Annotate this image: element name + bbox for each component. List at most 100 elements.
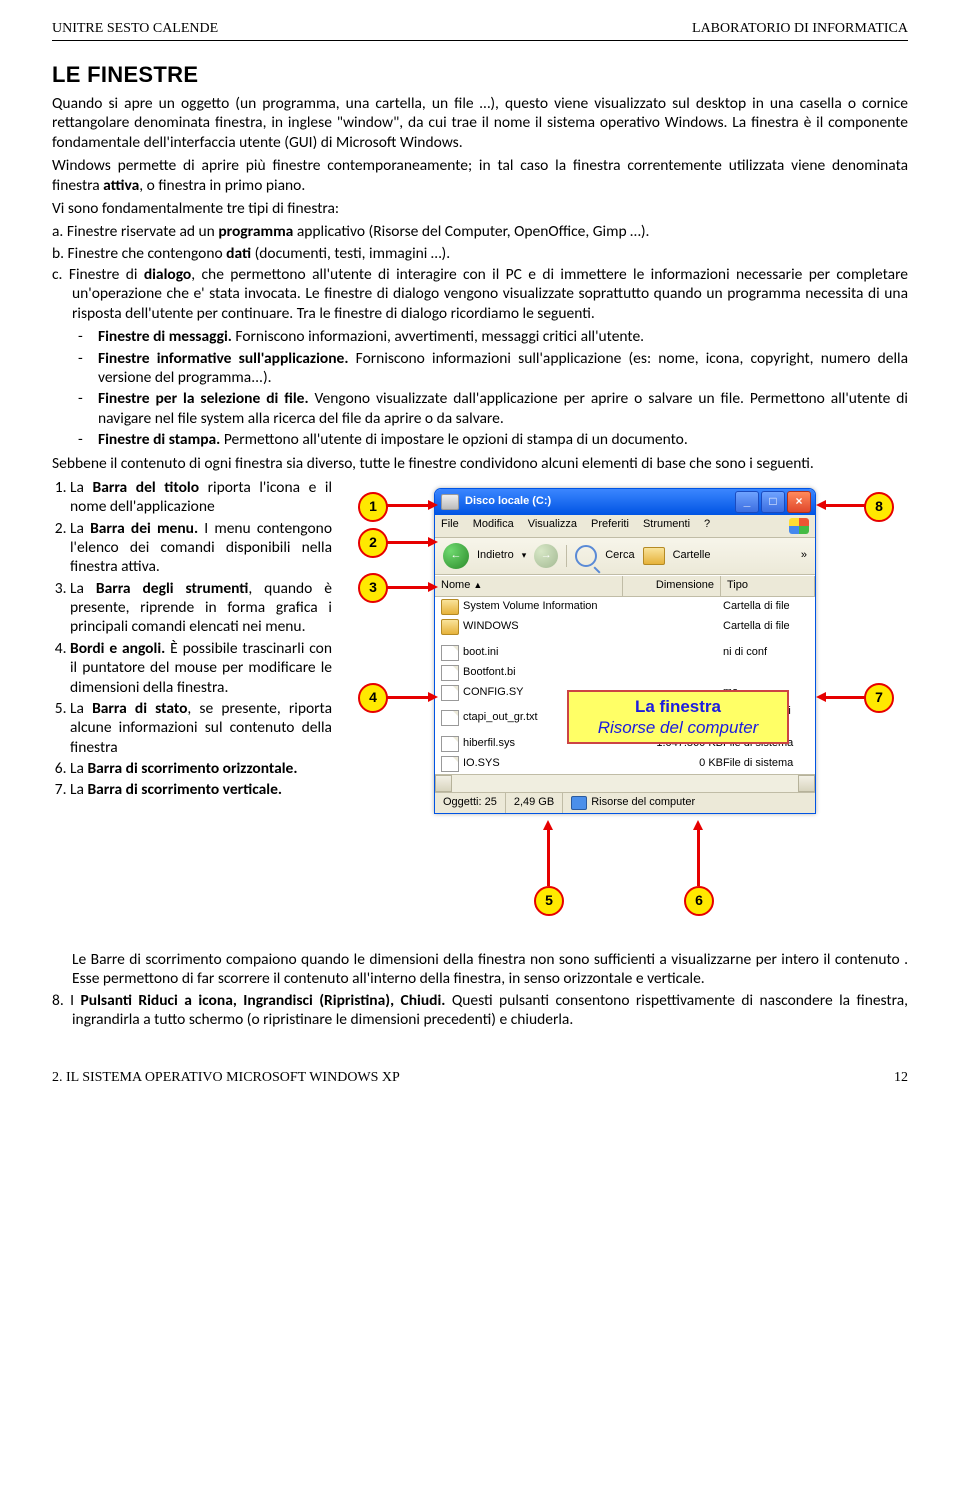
scroll-right-button[interactable] (798, 775, 815, 792)
status-size: 2,49 GB (506, 793, 563, 813)
toolbar: ← Indietro ▾ → Cerca Cartelle » (435, 538, 815, 575)
scrollbars-explain: Le Barre di scorrimento compaiono quando… (72, 950, 908, 989)
type-a: a. Finestre riservate ad un programma ap… (52, 222, 908, 241)
close-button[interactable]: × (787, 491, 811, 513)
arrow-3 (386, 586, 434, 589)
menu-help[interactable]: ? (704, 518, 710, 534)
sub-fileselect: Finestre per la selezione di file. Vengo… (78, 389, 908, 428)
footer-pagenum: 12 (894, 1069, 908, 1087)
column-headers: Nome ▲ Dimensione Tipo (435, 575, 815, 597)
file-icon (441, 736, 459, 752)
callout-6: 6 (684, 886, 714, 916)
sub-print: Finestre di stampa. Permettono all'utent… (78, 430, 908, 449)
callout-2: 2 (358, 528, 388, 558)
col-type[interactable]: Tipo (721, 576, 815, 596)
types-intro: Vi sono fondamentalmente tre tipi di fin… (52, 199, 908, 218)
table-row[interactable]: System Volume InformationCartella di fil… (435, 597, 815, 617)
types-list: a. Finestre riservate ad un programma ap… (52, 222, 908, 323)
arrow-2 (386, 541, 434, 544)
window-titlebar[interactable]: Disco locale (C:) _ □ × (435, 489, 815, 515)
table-row[interactable]: IO.SYS0 KBFile di sistema (435, 754, 815, 774)
folders-label[interactable]: Cartelle (673, 549, 711, 563)
statusbar: Oggetti: 25 2,49 GB Risorse del computer (435, 792, 815, 813)
sample-window: Disco locale (C:) _ □ × File Modifica Vi… (434, 488, 816, 814)
maximize-button[interactable]: □ (761, 491, 785, 513)
footer-left: 2. IL SISTEMA OPERATIVO MICROSOFT WINDOW… (52, 1069, 400, 1087)
table-row[interactable]: boot.inini di conf (435, 643, 815, 663)
el-vscroll: La Barra di scorrimento verticale. (70, 780, 332, 799)
common-elements-intro: Sebbene il contenuto di ogni finestra si… (52, 454, 908, 473)
scroll-left-button[interactable] (435, 775, 452, 792)
toolbar-overflow-icon[interactable]: » (801, 549, 807, 563)
status-location: Risorse del computer (563, 793, 815, 813)
callout-3: 3 (358, 573, 388, 603)
callout-1: 1 (358, 492, 388, 522)
page-footer: 2. IL SISTEMA OPERATIVO MICROSOFT WINDOW… (52, 1069, 908, 1087)
el-statusbar: La Barra di stato, se presente, riporta … (70, 699, 332, 757)
folder-icon (441, 599, 459, 615)
forward-button[interactable]: → (534, 544, 558, 568)
section-title: LE FINESTRE (52, 61, 908, 89)
file-icon (441, 645, 459, 661)
overlay-label: La finestra Risorse del computer (567, 690, 789, 745)
menu-edit[interactable]: Modifica (473, 518, 514, 534)
header-right: LABORATORIO DI INFORMATICA (692, 20, 908, 38)
status-objects: Oggetti: 25 (435, 793, 506, 813)
horizontal-scrollbar[interactable] (435, 774, 815, 792)
window-diagram: 1 2 3 4 8 7 5 6 (344, 478, 904, 948)
el-menubar: La Barra dei menu. I menu contengono l'e… (70, 519, 332, 577)
drive-icon (441, 494, 459, 510)
callout-8: 8 (864, 492, 894, 522)
arrow-5 (547, 828, 550, 886)
folder-icon (441, 619, 459, 635)
window-title: Disco locale (C:) (465, 495, 551, 509)
el-borders: Bordi e angoli. È possibile trascinarli … (70, 639, 332, 697)
menu-tools[interactable]: Strumenti (643, 518, 690, 534)
back-button[interactable]: ← (443, 543, 469, 569)
menubar: File Modifica Visualizza Preferiti Strum… (435, 515, 815, 538)
arrow-8 (824, 504, 866, 507)
sub-messages: Finestre di messaggi. Forniscono informa… (78, 327, 908, 346)
menu-favorites[interactable]: Preferiti (591, 518, 629, 534)
arrow-4 (386, 696, 434, 699)
callout-7: 7 (864, 683, 894, 713)
col-name[interactable]: Nome ▲ (435, 576, 623, 596)
minimize-button[interactable]: _ (735, 491, 759, 513)
el-titlebar: La Barra del titolo riporta l'icona e il… (70, 478, 332, 517)
search-icon[interactable] (575, 545, 597, 567)
scroll-track[interactable] (452, 775, 798, 792)
arrow-6 (697, 828, 700, 886)
el-toolbar: La Barra degli strumenti, quando è prese… (70, 579, 332, 637)
back-label[interactable]: Indietro (477, 549, 514, 563)
arrow-7 (824, 696, 866, 699)
file-icon (441, 685, 459, 701)
table-row[interactable]: WINDOWSCartella di file (435, 617, 815, 637)
el-hscroll: La Barra di scorrimento orizzontale. (70, 759, 332, 778)
dialog-sublist: Finestre di messaggi. Forniscono informa… (78, 327, 908, 449)
file-icon (441, 756, 459, 772)
intro-para-2: Windows permette di aprire più finestre … (52, 156, 908, 195)
file-icon (441, 665, 459, 681)
menu-file[interactable]: File (441, 518, 459, 534)
computer-icon (571, 796, 587, 810)
file-list: System Volume InformationCartella di fil… (435, 597, 815, 775)
table-row[interactable]: Bootfont.bi (435, 663, 815, 683)
type-c: c. Finestre di dialogo, che permettono a… (52, 265, 908, 323)
toolbar-separator (566, 545, 567, 567)
elements-list: La Barra del titolo riporta l'icona e il… (52, 478, 332, 800)
back-chevron-icon[interactable]: ▾ (522, 550, 527, 561)
page-header: UNITRE SESTO CALENDE LABORATORIO DI INFO… (52, 20, 908, 41)
callout-5: 5 (534, 886, 564, 916)
type-b: b. Finestre che contengono dati (documen… (52, 244, 908, 263)
menu-view[interactable]: Visualizza (528, 518, 577, 534)
folders-icon[interactable] (643, 547, 665, 565)
sub-info: Finestre informative sull'applicazione. … (78, 349, 908, 388)
callout-4: 4 (358, 683, 388, 713)
windows-logo-icon (789, 518, 809, 534)
intro-para-1: Quando si apre un oggetto (un programma,… (52, 94, 908, 152)
arrow-1 (386, 504, 434, 507)
col-dimension[interactable]: Dimensione (623, 576, 721, 596)
search-label[interactable]: Cerca (605, 549, 634, 563)
header-left: UNITRE SESTO CALENDE (52, 20, 218, 38)
file-icon (441, 710, 459, 726)
